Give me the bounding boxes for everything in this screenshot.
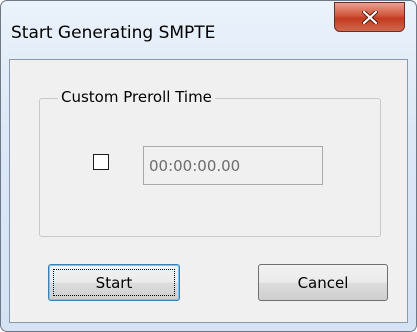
window-title: Start Generating SMPTE (11, 23, 216, 43)
group-label: Custom Preroll Time (58, 88, 215, 106)
close-icon (362, 11, 378, 24)
start-button[interactable]: Start (48, 264, 180, 301)
close-button[interactable] (334, 2, 405, 32)
custom-preroll-checkbox[interactable] (93, 154, 109, 170)
cancel-button[interactable]: Cancel (258, 264, 388, 301)
preroll-time-input[interactable] (143, 146, 323, 185)
start-button-label: Start (53, 269, 175, 296)
dialog-window: Start Generating SMPTE Custom Preroll Ti… (0, 0, 417, 332)
